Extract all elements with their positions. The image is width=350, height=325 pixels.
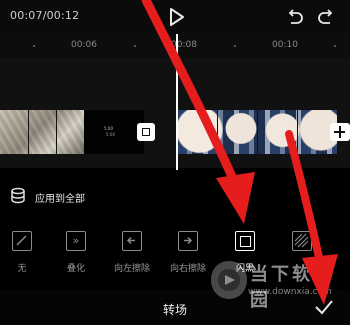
ruler-dot	[33, 45, 35, 47]
ruler-dot	[234, 45, 236, 47]
transition-label: 向左擦除	[113, 264, 150, 274]
wipe-right-icon	[178, 231, 198, 251]
watermark-text: 当下软件园	[250, 264, 334, 311]
undo-icon[interactable]	[286, 8, 304, 26]
transition-option-wipe-left[interactable]: 向左擦除	[112, 231, 152, 277]
transition-label: 无	[17, 264, 27, 274]
frame-divider	[217, 110, 218, 154]
time-readout: 00:07/00:12	[10, 9, 80, 22]
add-transition-button[interactable]	[330, 123, 350, 141]
watermark-url: www.downxia.com	[248, 287, 332, 297]
transition-option-none[interactable]: 无	[2, 231, 42, 277]
apply-to-all-label: 应用到全部	[35, 194, 85, 205]
layers-icon	[11, 187, 25, 204]
video-clip-thumbnail[interactable]	[177, 110, 337, 154]
video-timeline[interactable]: 5:00 5:00	[0, 58, 350, 168]
none-icon	[12, 231, 32, 251]
transition-option-wipe-right[interactable]: 向右擦除	[168, 231, 208, 277]
clip-caption: 5:00	[104, 126, 113, 131]
video-clip-thumbnail[interactable]	[0, 110, 84, 154]
flash-black-icon	[235, 231, 255, 251]
transition-marker-button[interactable]	[137, 123, 155, 141]
top-toolbar: 00:07/00:12	[0, 0, 350, 34]
redo-icon[interactable]	[317, 8, 335, 26]
ruler-tick-label: 00:10	[272, 40, 298, 50]
ruler-tick-label: 00:08	[171, 40, 197, 50]
ruler-dot	[134, 45, 136, 47]
transition-label: 叠化	[66, 264, 85, 274]
clip-caption: 5:00	[106, 132, 115, 137]
time-ruler[interactable]: 00:06 00:08 00:10	[0, 34, 350, 58]
wipe-left-icon	[122, 231, 142, 251]
dissolve-icon: »	[66, 231, 86, 251]
frame-divider	[257, 110, 258, 154]
playhead[interactable]	[176, 34, 178, 170]
video-clip-thumbnail[interactable]: 5:00 5:00	[84, 110, 144, 154]
watermark: 当下软件园 www.downxia.com	[208, 258, 336, 311]
frame-divider	[297, 110, 298, 154]
watermark-logo	[211, 261, 247, 299]
apply-to-all-button[interactable]: 应用到全部	[0, 184, 200, 208]
transition-label: 向右擦除	[169, 264, 206, 274]
frame-divider	[56, 110, 57, 154]
transition-option-dissolve[interactable]: » 叠化	[56, 231, 96, 277]
play-icon[interactable]	[168, 7, 186, 27]
ruler-tick-label: 00:06	[71, 40, 97, 50]
frame-divider	[28, 110, 29, 154]
stripes-icon	[292, 231, 312, 251]
ruler-dot	[334, 45, 336, 47]
